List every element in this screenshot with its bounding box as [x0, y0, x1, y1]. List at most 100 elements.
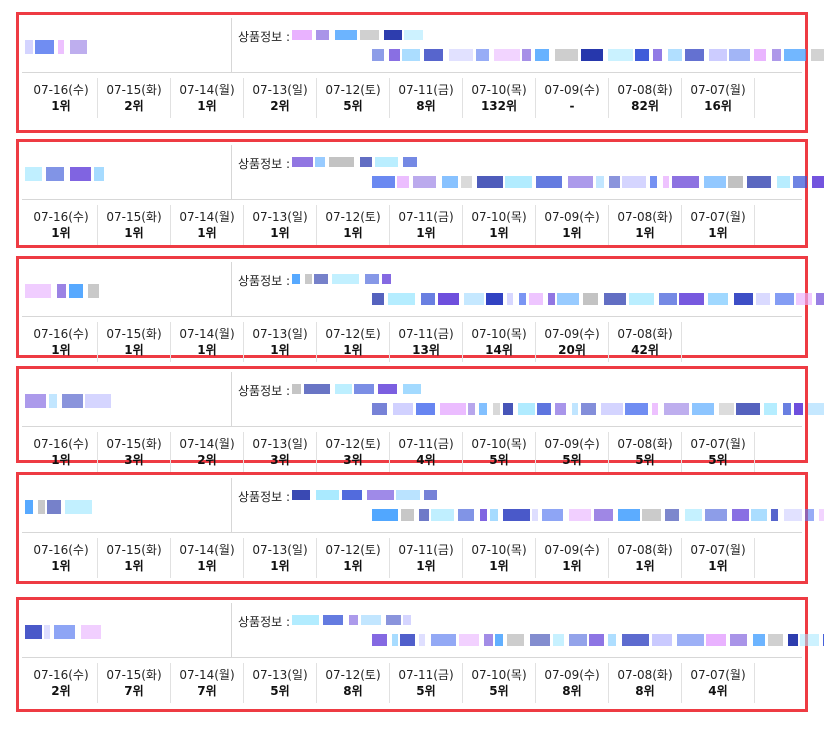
card-header: 상품정보 : [22, 372, 824, 427]
redacted-text [25, 284, 99, 298]
product-info-label: 상품정보 : [238, 30, 291, 44]
date-label: 07-15(화) [106, 543, 162, 557]
rank-value: 2위 [270, 99, 290, 113]
day-rank-cell: 07-09(수) 1위 [536, 538, 609, 578]
rank-value: 1위 [708, 226, 728, 240]
day-rank-cell: 07-07(월) 5위 [682, 432, 755, 472]
date-label: 07-16(수) [33, 668, 89, 682]
rank-value: 1위 [708, 559, 728, 573]
rank-value: 13위 [412, 343, 440, 357]
rank-value: 4위 [416, 453, 436, 467]
rank-value: 1위 [270, 226, 290, 240]
day-rank-cell: 07-12(토) 1위 [317, 538, 390, 578]
rank-value: 1위 [197, 99, 217, 113]
day-rank-cell: 07-15(화) 1위 [98, 538, 171, 578]
day-rank-cell: 07-14(월) 7위 [171, 663, 244, 703]
card-header: 상품정보 : [22, 478, 824, 533]
day-rank-cell: 07-12(토) 8위 [317, 663, 390, 703]
redacted-text [372, 293, 824, 305]
date-label: 07-16(수) [33, 543, 89, 557]
day-rank-cell: 07-09(수) 1위 [536, 205, 609, 245]
day-rank-cell: 07-07(월) 1위 [682, 538, 755, 578]
ranking-card: 상품정보 :07-16(수) 1위 07-15(화) 1위 07-14(월) 1위 07-1… [16, 139, 824, 248]
daily-rank-row: 07-16(수) 2위 07-15(화) 7위 07-14(월) 7위 07-13(일) 5위… [25, 663, 755, 703]
rank-value: 5위 [489, 453, 509, 467]
date-label: 07-09(수) [544, 543, 600, 557]
day-rank-cell: 07-11(금) 8위 [390, 78, 463, 118]
redacted-text [292, 274, 422, 284]
rank-value: 1위 [51, 99, 71, 113]
date-label: 07-14(월) [179, 210, 235, 224]
date-label: 07-16(수) [33, 327, 89, 341]
day-rank-cell: 07-08(화) 8위 [609, 663, 682, 703]
date-label: 07-10(목) [471, 543, 527, 557]
day-rank-cell: 07-10(목) 1위 [463, 538, 536, 578]
rank-value: 1위 [489, 559, 509, 573]
date-label: 07-12(토) [325, 437, 381, 451]
date-label: 07-08(화) [617, 668, 673, 682]
product-info-label: 상품정보 : [238, 490, 291, 504]
rank-value: 1위 [51, 226, 71, 240]
rank-value: 1위 [416, 559, 436, 573]
card-header: 상품정보 : [22, 262, 824, 317]
day-rank-cell: 07-15(화) 2위 [98, 78, 171, 118]
date-label: 07-08(화) [617, 327, 673, 341]
redacted-text [372, 509, 824, 521]
rank-value: 1위 [270, 343, 290, 357]
rank-value: 16위 [704, 99, 732, 113]
rank-value: 1위 [197, 226, 217, 240]
date-label: 07-13(일) [252, 327, 308, 341]
rank-value: 8위 [343, 684, 363, 698]
rank-value: 42위 [631, 343, 659, 357]
rank-value: 7위 [197, 684, 217, 698]
rank-value: 5위 [635, 453, 655, 467]
product-info-label: 상품정보 : [238, 615, 291, 629]
rank-value: 7위 [124, 684, 144, 698]
rank-value: 1위 [562, 226, 582, 240]
day-rank-cell: 07-14(월) 1위 [171, 538, 244, 578]
rank-value: 5위 [489, 684, 509, 698]
date-label: 07-13(일) [252, 437, 308, 451]
rank-value: 1위 [635, 226, 655, 240]
day-rank-cell: 07-11(금) 1위 [390, 205, 463, 245]
day-rank-cell: 07-11(금) 5위 [390, 663, 463, 703]
date-label: 07-16(수) [33, 210, 89, 224]
rank-value: 1위 [343, 226, 363, 240]
rank-value: 8위 [416, 99, 436, 113]
day-rank-cell: 07-14(월) 1위 [171, 322, 244, 362]
rank-value: 14위 [485, 343, 513, 357]
rank-value: 5위 [270, 684, 290, 698]
rank-value: 1위 [562, 559, 582, 573]
rank-value: 3위 [124, 453, 144, 467]
day-rank-cell: 07-13(일) 3위 [244, 432, 317, 472]
day-rank-cell: 07-09(수) - [536, 78, 609, 118]
day-rank-cell: 07-16(수) 2위 [25, 663, 98, 703]
day-rank-cell: 07-10(목) 5위 [463, 432, 536, 472]
date-label: 07-12(토) [325, 210, 381, 224]
redacted-text [25, 40, 87, 54]
day-rank-cell: 07-10(목) 14위 [463, 322, 536, 362]
date-label: 07-08(화) [617, 83, 673, 97]
redacted-text [25, 394, 111, 408]
rank-value: 1위 [416, 226, 436, 240]
day-rank-cell: 07-16(수) 1위 [25, 538, 98, 578]
rank-value: 5위 [708, 453, 728, 467]
daily-rank-row: 07-16(수) 1위 07-15(화) 3위 07-14(월) 2위 07-13(일) 3위… [25, 432, 755, 472]
product-info-label: 상품정보 : [238, 384, 291, 398]
redacted-text [372, 634, 824, 646]
day-rank-cell: 07-07(월) 1위 [682, 205, 755, 245]
header-divider [231, 603, 232, 657]
date-label: 07-11(금) [398, 437, 454, 451]
rank-value: 5위 [562, 453, 582, 467]
day-rank-cell: 07-15(화) 3위 [98, 432, 171, 472]
rank-value: 8위 [635, 684, 655, 698]
rank-value: 1위 [270, 559, 290, 573]
day-rank-cell: 07-15(화) 1위 [98, 205, 171, 245]
rank-value: 20위 [558, 343, 586, 357]
day-rank-cell: 07-13(일) 5위 [244, 663, 317, 703]
rank-value: 132위 [480, 99, 518, 113]
date-label: 07-10(목) [471, 83, 527, 97]
rank-value: 3위 [343, 453, 363, 467]
rank-value: 1위 [197, 343, 217, 357]
date-label: 07-07(월) [690, 543, 746, 557]
